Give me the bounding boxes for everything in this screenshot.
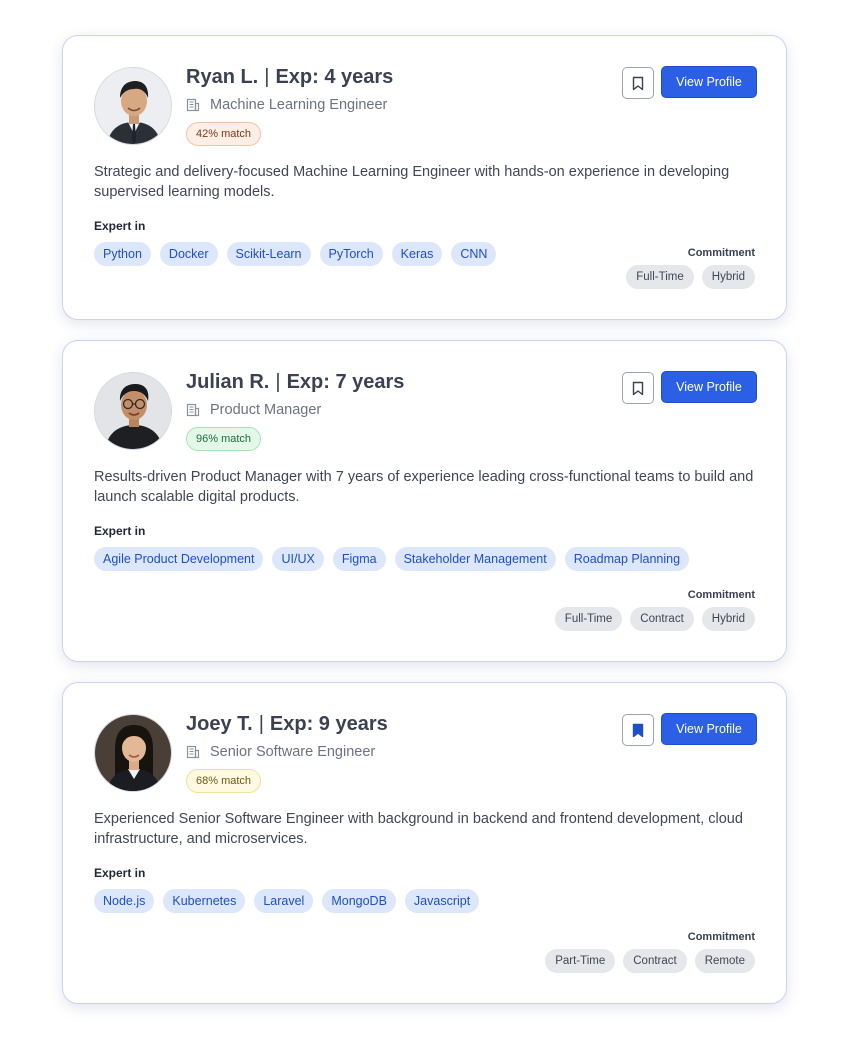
commitment-tag: Full-Time	[626, 265, 694, 289]
expert-in-label: Expert in	[94, 219, 146, 233]
expert-in-label: Expert in	[94, 524, 146, 538]
bookmark-icon	[632, 76, 644, 90]
commitment-tag: Full-Time	[554, 607, 623, 631]
candidate-summary: Results-driven Product Manager with 7 ye…	[94, 469, 754, 505]
candidate-role-row: Product Manager	[186, 401, 321, 419]
building-icon	[186, 403, 200, 417]
commitment-label: Commitment	[687, 931, 755, 943]
skill-tag: MongoDB	[322, 889, 396, 913]
avatar	[94, 714, 172, 792]
commitment-tag: Hybrid	[701, 607, 755, 631]
skill-tag: PyTorch	[319, 242, 383, 266]
candidate-name: Ryan L.	[186, 66, 259, 88]
candidate-experience: Exp: 4 years	[275, 66, 394, 88]
commitment-tag: Remote	[694, 949, 755, 973]
commitment-label: Commitment	[687, 247, 755, 259]
skill-tag: Javascript	[404, 889, 480, 913]
separator: |	[264, 66, 270, 88]
view-profile-button[interactable]: View Profile	[661, 66, 757, 98]
candidate-experience: Exp: 7 years	[286, 371, 405, 393]
skill-tag: Keras	[391, 242, 443, 266]
match-badge: 96% match	[186, 427, 262, 451]
separator: |	[275, 371, 281, 393]
skill-tag: Scikit-Learn	[226, 242, 311, 266]
bookmark-icon	[632, 381, 644, 395]
commitment-tag: Part-Time	[545, 949, 616, 973]
candidate-card: Joey T. | Exp: 9 years Senior Software Eng…	[62, 682, 787, 1004]
skill-tag: CNN	[451, 242, 497, 266]
skill-tag: UI/UX	[272, 547, 324, 571]
skill-tag: Laravel	[254, 889, 314, 913]
skill-tag: Node.js	[94, 889, 155, 913]
candidate-role: Product Manager	[210, 402, 322, 418]
candidate-heading: Julian R. | Exp: 7 years	[186, 371, 404, 394]
skill-tag: Kubernetes	[163, 889, 246, 913]
skill-tags: Python Docker Scikit-Learn PyTorch Keras…	[94, 242, 497, 266]
candidate-summary: Experienced Senior Software Engineer wit…	[94, 811, 743, 847]
view-profile-button[interactable]: View Profile	[661, 371, 757, 403]
commitment-tag: Contract	[623, 949, 687, 973]
candidate-role-row: Senior Software Engineer	[186, 743, 375, 761]
candidate-role: Senior Software Engineer	[210, 744, 376, 760]
building-icon	[186, 98, 200, 112]
skill-tags: Node.js Kubernetes Laravel MongoDB Javas…	[94, 889, 480, 913]
commitment-tags: Full-Time Contract Hybrid	[554, 607, 755, 631]
building-icon	[186, 745, 200, 759]
bookmark-button[interactable]	[622, 714, 654, 746]
candidate-heading: Ryan L. | Exp: 4 years	[186, 66, 393, 89]
bookmark-button[interactable]	[622, 372, 654, 404]
skill-tags: Agile Product Development UI/UX Figma St…	[94, 547, 690, 571]
skill-tag: Figma	[332, 547, 386, 571]
candidate-name: Julian R.	[186, 371, 270, 393]
candidate-role-row: Machine Learning Engineer	[186, 96, 387, 114]
match-badge: 68% match	[186, 769, 262, 793]
expert-in-label: Expert in	[94, 866, 146, 880]
avatar	[94, 67, 172, 145]
candidate-card: Ryan L. | Exp: 4 years Machine Learning En…	[62, 35, 787, 320]
candidate-summary: Strategic and delivery-focused Machine L…	[94, 164, 730, 200]
bookmark-filled-icon	[632, 723, 644, 737]
candidate-heading: Joey T. | Exp: 9 years	[186, 713, 388, 736]
separator: |	[258, 713, 264, 735]
commitment-tag: Hybrid	[701, 265, 755, 289]
view-profile-button[interactable]: View Profile	[661, 713, 757, 745]
candidate-experience: Exp: 9 years	[269, 713, 388, 735]
skill-tag: Python	[94, 242, 151, 266]
avatar	[94, 372, 172, 450]
skill-tag: Stakeholder Management	[394, 547, 556, 571]
candidate-card: Julian R. | Exp: 7 years Product Manager 9…	[62, 340, 787, 662]
candidate-role: Machine Learning Engineer	[210, 97, 388, 113]
bookmark-button[interactable]	[622, 67, 654, 99]
commitment-tags: Full-Time Hybrid	[626, 265, 755, 289]
skill-tag: Roadmap Planning	[564, 547, 690, 571]
commitment-tag: Contract	[630, 607, 694, 631]
candidate-name: Joey T.	[186, 713, 253, 735]
skill-tag: Docker	[159, 242, 218, 266]
skill-tag: Agile Product Development	[94, 547, 264, 571]
commitment-label: Commitment	[687, 589, 755, 601]
commitment-tags: Part-Time Contract Remote	[545, 949, 755, 973]
match-badge: 42% match	[186, 122, 262, 146]
